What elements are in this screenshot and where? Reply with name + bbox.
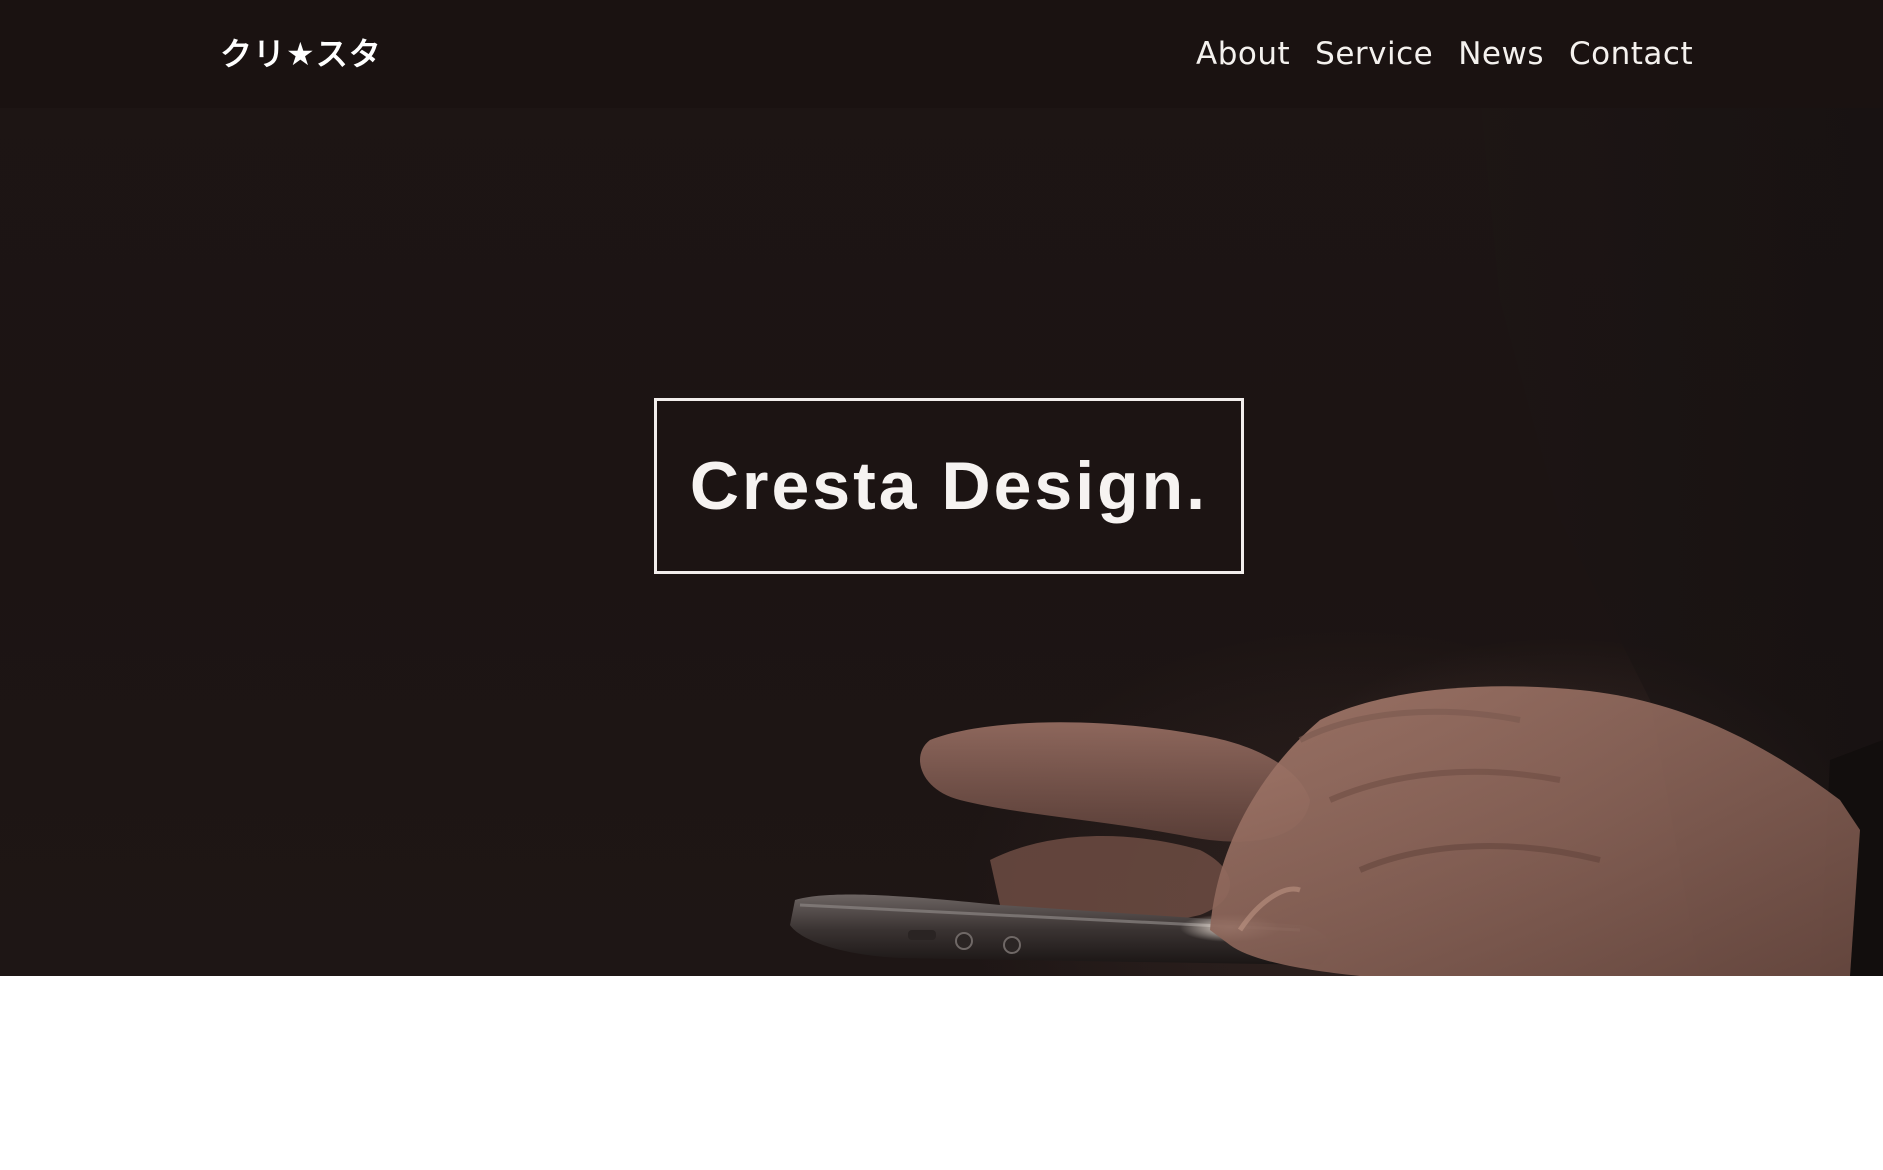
site-header: クリ★スタ About Service News Contact [0,0,1883,108]
site-logo[interactable]: クリ★スタ [220,30,382,78]
main-nav: About Service News Contact [1196,30,1693,78]
page: クリ★スタ About Service News Contact Cresta … [0,0,1883,1170]
nav-link-contact[interactable]: Contact [1569,36,1693,72]
nav-link-news[interactable]: News [1458,36,1544,72]
hero-title: Cresta Design. [689,448,1209,524]
hero-title-box: Cresta Design. [654,398,1244,574]
content-area [0,976,1883,1170]
nav-link-service[interactable]: Service [1315,36,1433,72]
hero-section: クリ★スタ About Service News Contact Cresta … [0,0,1883,976]
nav-link-about[interactable]: About [1196,36,1290,72]
